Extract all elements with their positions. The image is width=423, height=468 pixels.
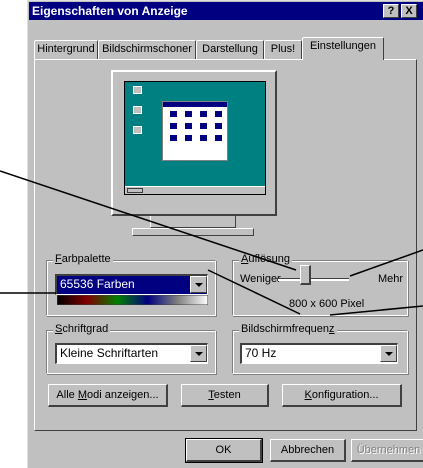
- preview-icon: [128, 126, 146, 135]
- farbpalette-value: 65536 Farben: [60, 277, 135, 291]
- testen-button[interactable]: Testen: [181, 384, 269, 407]
- window-title: Eigenschaften von Anzeige: [32, 4, 188, 18]
- tab-einstellungen[interactable]: Einstellungen: [302, 37, 384, 60]
- frequenz-select[interactable]: 70 Hz: [240, 343, 398, 364]
- help-icon[interactable]: ?: [383, 4, 399, 18]
- aufloesung-label: Auflösung: [239, 253, 292, 265]
- preview-taskbar: [125, 186, 265, 194]
- alle-modi-button[interactable]: Alle Modi anzeigen...: [48, 384, 168, 407]
- frequenz-value: 70 Hz: [245, 346, 277, 360]
- konfiguration-button[interactable]: Konfiguration...: [282, 384, 402, 407]
- farbpalette-label: Farbpalette: [53, 253, 113, 265]
- dropdown-arrow-icon[interactable]: [190, 345, 207, 362]
- tab-hintergrund[interactable]: Hintergrund: [34, 40, 98, 59]
- resolution-slider-thumb[interactable]: [300, 265, 312, 285]
- schriftgrad-value: Kleine Schriftarten: [60, 346, 159, 360]
- monitor-preview: [111, 70, 277, 216]
- resolution-slider-track[interactable]: [277, 278, 349, 281]
- ok-button[interactable]: OK: [185, 438, 263, 463]
- schriftgrad-select[interactable]: Kleine Schriftarten: [55, 343, 208, 364]
- slider-max-label: Mehr: [378, 273, 404, 285]
- tab-bildschirmschoner[interactable]: Bildschirmschoner: [98, 40, 196, 59]
- monitor-neck: [150, 216, 236, 228]
- color-palette-bar: [57, 295, 208, 305]
- schriftgrad-label: Schriftgrad: [53, 323, 111, 335]
- monitor-base: [132, 228, 254, 236]
- dropdown-arrow-icon[interactable]: [190, 276, 207, 293]
- cancel-button[interactable]: Abbrechen: [270, 439, 346, 462]
- preview-window: [162, 101, 228, 161]
- desktop-preview: [124, 81, 266, 195]
- slider-min-label: Weniger: [240, 273, 281, 285]
- frequenz-label: Bildschirmfrequenz: [239, 323, 337, 335]
- tab-darstellung[interactable]: Darstellung: [196, 40, 264, 59]
- apply-button[interactable]: Übernehmen: [351, 439, 423, 462]
- tab-plus[interactable]: Plus!: [264, 40, 302, 59]
- title-bar: Eigenschaften von Anzeige ? X: [29, 2, 423, 20]
- resolution-value: 800 x 600 Pixel: [289, 298, 365, 310]
- preview-icon: [128, 86, 146, 95]
- preview-icon: [128, 106, 146, 115]
- dropdown-arrow-icon[interactable]: [380, 345, 397, 362]
- close-icon[interactable]: X: [401, 4, 417, 18]
- farbpalette-select[interactable]: 65536 Farben: [55, 274, 208, 295]
